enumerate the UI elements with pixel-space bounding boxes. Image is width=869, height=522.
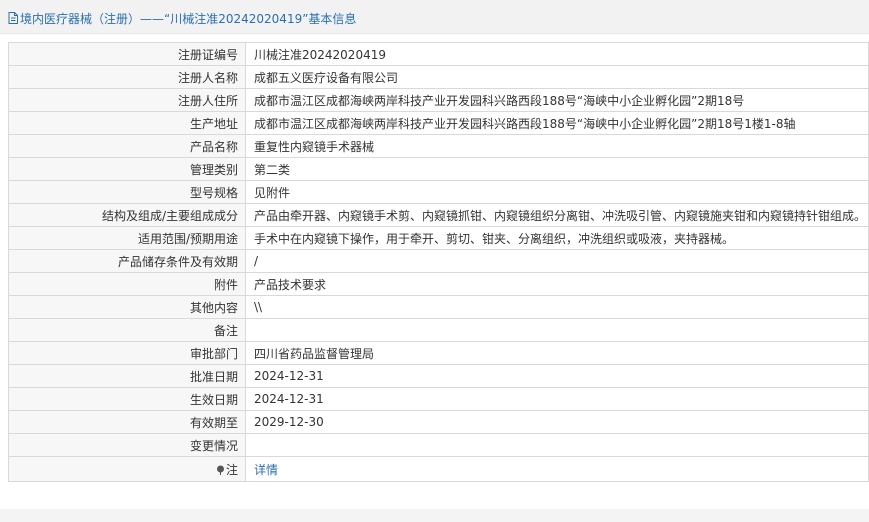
- table-row: 生效日期 2024-12-31: [8, 387, 869, 411]
- row-label: 产品储存条件及有效期: [8, 249, 246, 273]
- row-label: 附件: [8, 272, 246, 296]
- row-label: 有效期至: [8, 410, 246, 434]
- bottom-bar: [0, 509, 869, 522]
- table-row: 生产地址 成都市温江区成都海峡两岸科技产业开发园科兴路西段188号“海峡中小企业孵…: [8, 111, 869, 135]
- row-value: [245, 318, 869, 342]
- row-value: 四川省药品监督管理局: [245, 341, 869, 365]
- row-label: 备注: [8, 318, 246, 342]
- document-icon: [8, 12, 18, 24]
- row-label: 变更情况: [8, 433, 246, 457]
- row-value: 第二类: [245, 157, 869, 181]
- row-label: 产品名称: [8, 134, 246, 158]
- note-row: 注 详情: [8, 456, 869, 482]
- row-value: [245, 433, 869, 457]
- row-value: \\: [245, 295, 869, 319]
- row-value: /: [245, 249, 869, 273]
- row-value: 重复性内窥镜手术器械: [245, 134, 869, 158]
- row-label: 审批部门: [8, 341, 246, 365]
- row-label: 生效日期: [8, 387, 246, 411]
- row-value: 成都市温江区成都海峡两岸科技产业开发园科兴路西段188号“海峡中小企业孵化园”2…: [245, 88, 869, 112]
- table-row: 结构及组成/主要组成成分 产品由牵开器、内窥镜手术剪、内窥镜抓钳、内窥镜组织分离钳…: [8, 203, 869, 227]
- table-row: 产品储存条件及有效期 /: [8, 249, 869, 273]
- row-value: 川械注准20242020419: [245, 42, 869, 66]
- table-row: 注册证编号 川械注准20242020419: [8, 42, 869, 66]
- table-row: 附件 产品技术要求: [8, 272, 869, 296]
- row-value: 2024-12-31: [245, 387, 869, 411]
- table-row: 产品名称 重复性内窥镜手术器械: [8, 134, 869, 158]
- breadcrumb-link[interactable]: 境内医疗器械（注册）: [20, 10, 140, 27]
- table-row: 有效期至 2029-12-30: [8, 410, 869, 434]
- row-label: 结构及组成/主要组成成分: [8, 203, 246, 227]
- row-value: 成都五义医疗设备有限公司: [245, 65, 869, 89]
- table-row: 其他内容 \\: [8, 295, 869, 319]
- note-label: 注: [225, 462, 238, 477]
- table-row: 注册人名称 成都五义医疗设备有限公司: [8, 65, 869, 89]
- table-row: 批准日期 2024-12-31: [8, 364, 869, 388]
- table-row: 型号规格 见附件: [8, 180, 869, 204]
- table-row: 备注: [8, 318, 869, 342]
- row-value: 产品技术要求: [245, 272, 869, 296]
- table-row: 审批部门 四川省药品监督管理局: [8, 341, 869, 365]
- row-label: 批准日期: [8, 364, 246, 388]
- row-value: 见附件: [245, 180, 869, 204]
- row-value: 产品由牵开器、内窥镜手术剪、内窥镜抓钳、内窥镜组织分离钳、冲洗吸引管、内窥镜施夹…: [245, 203, 869, 227]
- row-label: 其他内容: [8, 295, 246, 319]
- row-value: 2029-12-30: [245, 410, 869, 434]
- row-value: 成都市温江区成都海峡两岸科技产业开发园科兴路西段188号“海峡中小企业孵化园”2…: [245, 111, 869, 135]
- row-label: 型号规格: [8, 180, 246, 204]
- row-label: 生产地址: [8, 111, 246, 135]
- note-label-cell: 注: [8, 456, 246, 482]
- table-row: 管理类别 第二类: [8, 157, 869, 181]
- row-label: 管理类别: [8, 157, 246, 181]
- row-label: 注册证编号: [8, 42, 246, 66]
- pin-icon: [216, 464, 225, 475]
- row-label: 注册人名称: [8, 65, 246, 89]
- table-row: 适用范围/预期用途 手术中在内窥镜下操作，用于牵开、剪切、钳夹、分离组织，冲洗组织…: [8, 226, 869, 250]
- row-value: 手术中在内窥镜下操作，用于牵开、剪切、钳夹、分离组织，冲洗组织或吸液，夹持器械。: [245, 226, 869, 250]
- header-title: 境内医疗器械（注册） ——“川械注准20242020419”基本信息: [8, 10, 356, 26]
- table-row: 注册人住所 成都市温江区成都海峡两岸科技产业开发园科兴路西段188号“海峡中小企业…: [8, 88, 869, 112]
- page-header: 境内医疗器械（注册） ——“川械注准20242020419”基本信息: [0, 0, 869, 34]
- details-link[interactable]: 详情: [254, 463, 278, 477]
- note-value-cell: 详情: [245, 456, 869, 482]
- info-table: 注册证编号 川械注准20242020419 注册人名称 成都五义医疗设备有限公司 注…: [8, 42, 869, 482]
- breadcrumb-title: ——“川械注准20242020419”基本信息: [140, 11, 357, 26]
- row-label: 注册人住所: [8, 88, 246, 112]
- row-label: 适用范围/预期用途: [8, 226, 246, 250]
- row-value: 2024-12-31: [245, 364, 869, 388]
- table-row: 变更情况: [8, 433, 869, 457]
